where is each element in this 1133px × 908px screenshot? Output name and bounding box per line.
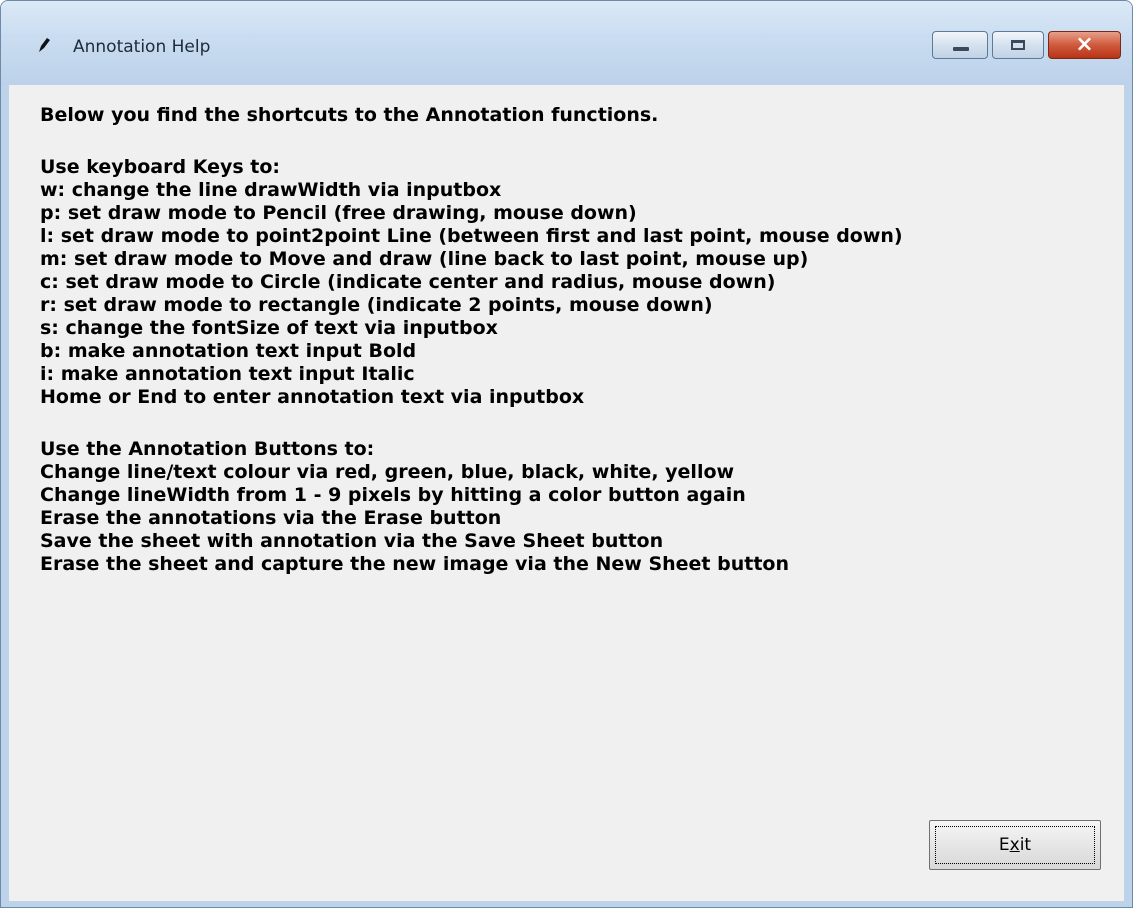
key-line-r: r: set draw mode to rectangle (indicate …: [40, 294, 713, 316]
minimize-button[interactable]: [932, 31, 988, 59]
button-line-save: Save the sheet with annotation via the S…: [40, 530, 664, 552]
key-line-b: b: make annotation text input Bold: [40, 340, 417, 362]
exit-button-label: Exit: [930, 835, 1100, 855]
close-button[interactable]: ×: [1048, 31, 1121, 59]
title-bar[interactable]: Annotation Help ×: [1, 1, 1132, 85]
close-icon: ×: [1075, 32, 1094, 57]
button-line-erase: Erase the annotations via the Erase butt…: [40, 507, 502, 529]
minimize-icon: [953, 47, 969, 51]
button-line-new-sheet: Erase the sheet and capture the new imag…: [40, 553, 789, 575]
annotation-help-window: Annotation Help × Below you find the sho…: [0, 0, 1133, 908]
maximize-button[interactable]: [992, 31, 1044, 59]
exit-button[interactable]: Exit: [929, 820, 1101, 870]
keys-heading: Use keyboard Keys to:: [40, 156, 281, 178]
help-content-area: Below you find the shortcuts to the Anno…: [9, 85, 1124, 901]
key-line-c: c: set draw mode to Circle (indicate cen…: [40, 271, 776, 293]
key-line-s: s: change the fontSize of text via input…: [40, 317, 498, 339]
key-line-w: w: change the line drawWidth via inputbo…: [40, 179, 502, 201]
button-line-colour: Change line/text colour via red, green, …: [40, 461, 735, 483]
key-line-p: p: set draw mode to Pencil (free drawing…: [40, 202, 637, 224]
key-line-i: i: make annotation text input Italic: [40, 363, 415, 385]
exit-label-mnemonic: x: [1009, 835, 1020, 855]
key-line-m: m: set draw mode to Move and draw (line …: [40, 248, 809, 270]
pencil-icon: [39, 38, 50, 52]
button-line-linewidth: Change lineWidth from 1 - 9 pixels by hi…: [40, 484, 746, 506]
buttons-heading: Use the Annotation Buttons to:: [40, 438, 375, 460]
key-line-l: l: set draw mode to point2point Line (be…: [40, 225, 903, 247]
window-title: Annotation Help: [73, 37, 211, 57]
intro-text: Below you find the shortcuts to the Anno…: [40, 104, 659, 126]
key-line-home-end: Home or End to enter annotation text via…: [40, 386, 585, 408]
maximize-icon: [1011, 40, 1025, 50]
exit-label-suffix: it: [1019, 835, 1032, 855]
exit-label-prefix: E: [998, 835, 1010, 855]
